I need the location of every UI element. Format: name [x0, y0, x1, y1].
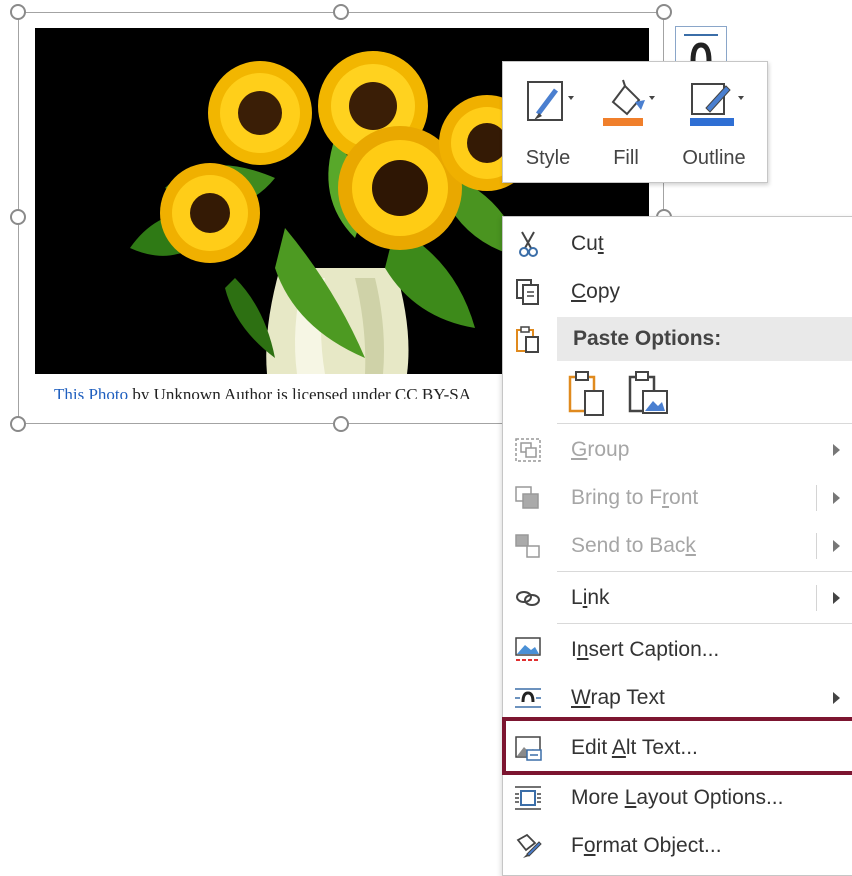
insert-caption-icon: [515, 637, 541, 661]
menu-separator: [557, 423, 852, 424]
photo-credit-text: by Unknown Author is licensed under CC B…: [128, 385, 471, 399]
menu-item-more-layout-options-label: More Layout Options...: [571, 786, 784, 809]
paste-keep-formatting-button[interactable]: [567, 369, 607, 419]
photo-credit-link[interactable]: This Photo: [54, 385, 128, 399]
photo-credit: This Photo by Unknown Author is licensed…: [54, 385, 504, 399]
resize-handle-middle-left[interactable]: [10, 209, 26, 225]
menu-item-send-to-back-label: Send to Back: [571, 534, 696, 557]
paste-options-header: Paste Options:: [557, 317, 852, 361]
menu-item-bring-to-front-label: Bring to Front: [571, 486, 699, 509]
resize-handle-bottom-left[interactable]: [10, 416, 26, 432]
fill-label: Fill: [613, 147, 639, 169]
menu-item-more-layout-options[interactable]: More Layout Options...: [503, 775, 852, 821]
send-to-back-icon: [515, 534, 540, 558]
mini-toolbar: Style Fill Outline: [502, 61, 768, 183]
resize-handle-top-center[interactable]: [333, 4, 349, 20]
menu-item-cut-label: Cut: [571, 232, 604, 255]
menu-item-group-label: Group: [571, 438, 630, 461]
menu-item-link[interactable]: Link: [503, 575, 852, 621]
bring-to-front-icon: [515, 486, 539, 509]
paste-clipboard-icon: [516, 326, 539, 353]
menu-item-bring-to-front[interactable]: Bring to Front: [503, 475, 852, 521]
group-objects-icon: [515, 438, 541, 462]
menu-item-wrap-text[interactable]: Wrap Text: [503, 675, 852, 721]
outline-label: Outline: [682, 147, 746, 169]
wrap-text-icon: [515, 688, 541, 708]
menu-item-send-to-back[interactable]: Send to Back: [503, 523, 852, 569]
menu-item-insert-caption-label: Insert Caption...: [571, 638, 720, 661]
submenu-arrow-icon: [833, 444, 840, 456]
menu-item-insert-caption[interactable]: Insert Caption...: [503, 627, 852, 673]
outline-button[interactable]: Outline: [669, 72, 759, 176]
copy-icon: [516, 279, 539, 305]
outline-color-bar: [690, 118, 734, 126]
submenu-arrow-icon: [833, 692, 840, 704]
fill-color-bar: [603, 118, 643, 126]
paste-keep-formatting-icon: [568, 371, 604, 416]
menu-item-cut[interactable]: Cut: [503, 221, 852, 267]
shape-outline-icon: [690, 83, 744, 126]
context-menu: Cut Copy Paste Options: Group Bring to F…: [502, 216, 852, 876]
style-button[interactable]: Style: [515, 72, 581, 176]
menu-separator: [557, 571, 852, 572]
style-label: Style: [525, 147, 571, 169]
menu-item-copy[interactable]: Copy: [503, 269, 852, 315]
submenu-arrow-icon[interactable]: [833, 540, 840, 552]
paste-as-picture-icon: [628, 371, 668, 414]
resize-handle-bottom-center[interactable]: [333, 416, 349, 432]
menu-item-format-object-label: Format Object...: [571, 834, 722, 857]
menu-item-copy-label: Copy: [571, 280, 621, 303]
menu-item-wrap-text-label: Wrap Text: [571, 686, 665, 709]
paste-as-picture-button[interactable]: [627, 369, 671, 419]
highlight-box: [502, 717, 852, 775]
format-object-icon: [516, 833, 542, 858]
menu-item-format-object[interactable]: Format Object...: [503, 823, 852, 869]
resize-handle-top-left[interactable]: [10, 4, 26, 20]
split-button-divider: [816, 533, 817, 559]
split-button-divider: [816, 485, 817, 511]
split-button-divider: [816, 585, 817, 611]
link-icon: [516, 591, 540, 606]
fill-button[interactable]: Fill: [593, 72, 659, 176]
menu-separator: [557, 623, 852, 624]
resize-handle-top-right[interactable]: [656, 4, 672, 20]
scissors-icon: [519, 231, 538, 257]
menu-item-link-label: Link: [571, 586, 610, 609]
submenu-arrow-icon[interactable]: [833, 492, 840, 504]
layout-options-icon: [515, 786, 541, 810]
menu-item-group[interactable]: Group: [503, 427, 852, 473]
submenu-arrow-icon[interactable]: [833, 592, 840, 604]
shape-style-icon: [527, 81, 574, 121]
paint-bucket-icon: [603, 79, 655, 126]
